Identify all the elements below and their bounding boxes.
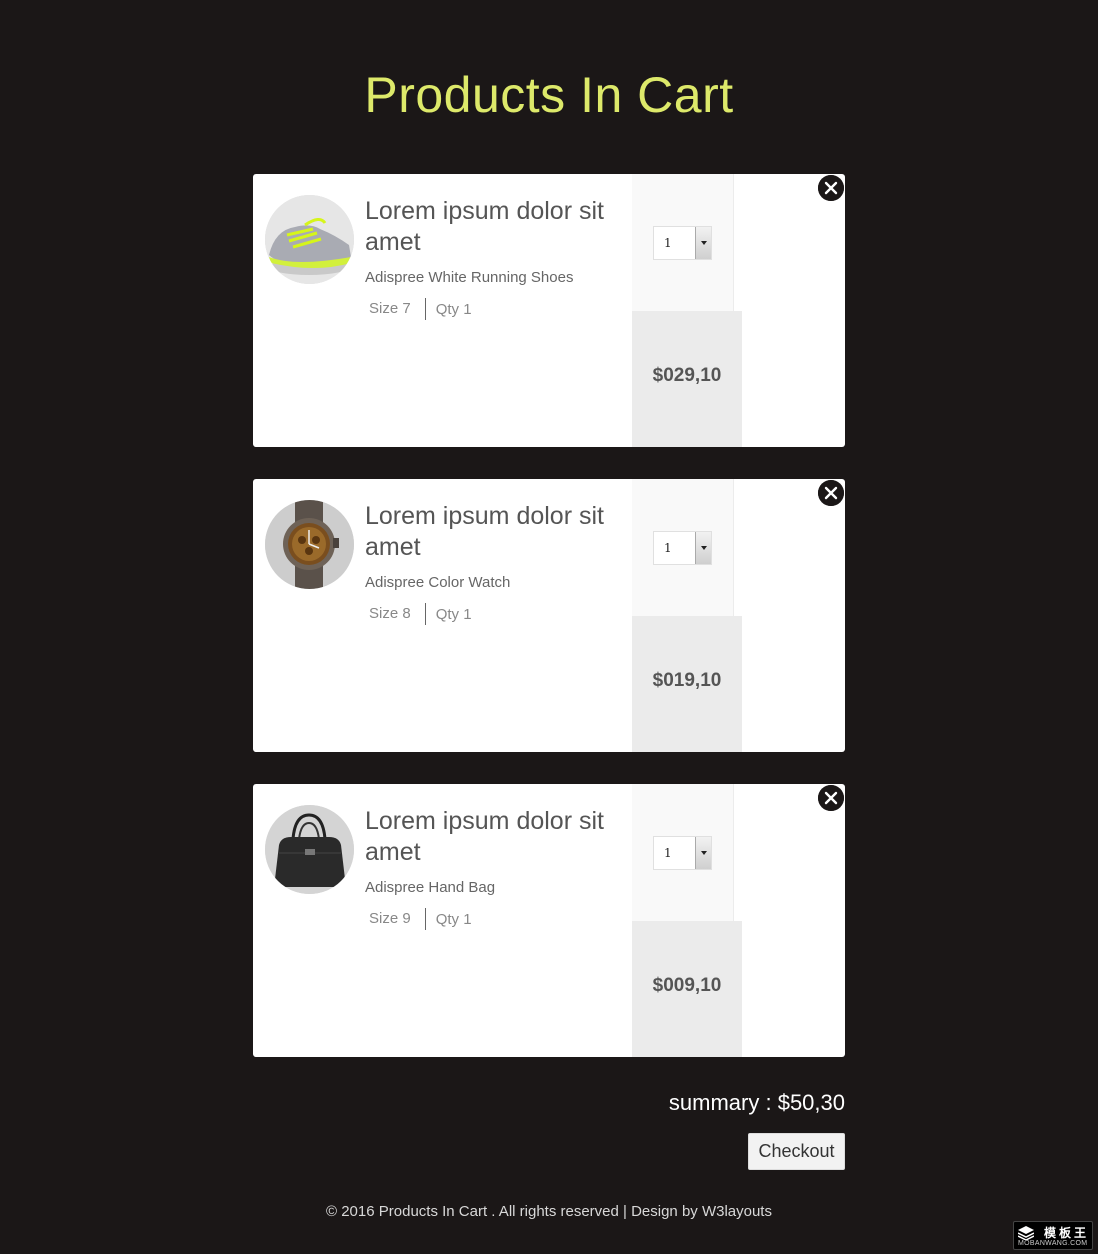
chevron-down-icon[interactable]: [695, 532, 711, 564]
watermark-cn-text: 模板王: [1044, 1226, 1090, 1240]
item-qty: Qty 1: [435, 910, 472, 928]
item-size: Size 8: [369, 603, 426, 625]
item-meta: Size 8 Qty 1: [369, 603, 472, 625]
close-icon[interactable]: [818, 175, 844, 201]
running-shoe-image: [265, 195, 354, 284]
stack-icon: [1018, 1226, 1034, 1240]
item-title: Lorem ipsum dolor sit amet: [365, 197, 604, 256]
cart-item: Lorem ipsum dolor sit amet Adispree Whit…: [253, 174, 845, 447]
watermark-logo: 模板王 MOBANWANG.COM: [1013, 1221, 1093, 1250]
cart-item: Lorem ipsum dolor sit amet Adispree Colo…: [253, 479, 845, 752]
item-price: $029,10: [652, 365, 722, 386]
quantity-select[interactable]: 1: [653, 836, 712, 870]
item-size: Size 9: [369, 908, 426, 930]
quantity-select[interactable]: 1: [653, 531, 712, 565]
item-title: Lorem ipsum dolor sit amet: [365, 807, 604, 866]
item-price: $019,10: [652, 670, 722, 691]
item-description: Adispree Color Watch: [365, 574, 511, 591]
item-title: Lorem ipsum dolor sit amet: [365, 502, 604, 561]
price-panel: $009,10: [632, 921, 742, 1057]
quantity-panel: 1: [632, 784, 734, 921]
quantity-value: 1: [664, 236, 672, 250]
quantity-panel: 1: [632, 174, 734, 311]
quantity-value: 1: [664, 846, 672, 860]
cart-item: Lorem ipsum dolor sit amet Adispree Hand…: [253, 784, 845, 1057]
item-description: Adispree White Running Shoes: [365, 269, 574, 286]
quantity-panel: 1: [632, 479, 734, 616]
remove-item-button[interactable]: [818, 175, 844, 201]
footer-copyright: © 2016 Products In Cart . All rights res…: [326, 1203, 772, 1220]
item-meta: Size 9 Qty 1: [369, 908, 472, 930]
hand-bag-image: [265, 805, 354, 894]
remove-item-button[interactable]: [818, 480, 844, 506]
item-description: Adispree Hand Bag: [365, 879, 496, 896]
item-price: $009,10: [652, 975, 722, 996]
item-qty: Qty 1: [435, 605, 472, 623]
cart-summary: summary : $50,30: [668, 1090, 845, 1115]
quantity-select[interactable]: 1: [653, 226, 712, 260]
item-meta: Size 7 Qty 1: [369, 298, 472, 320]
remove-item-button[interactable]: [818, 785, 844, 811]
page-title: Products In Cart: [364, 67, 734, 123]
wrist-watch-image: [265, 500, 354, 589]
item-size: Size 7: [369, 298, 426, 320]
watermark-en-text: MOBANWANG.COM: [1018, 1240, 1088, 1247]
chevron-down-icon[interactable]: [695, 837, 711, 869]
quantity-value: 1: [664, 541, 672, 555]
close-icon[interactable]: [818, 785, 844, 811]
close-icon[interactable]: [818, 480, 844, 506]
price-panel: $029,10: [632, 311, 742, 447]
chevron-down-icon[interactable]: [695, 227, 711, 259]
price-panel: $019,10: [632, 616, 742, 752]
checkout-button[interactable]: Checkout: [748, 1133, 845, 1170]
item-qty: Qty 1: [435, 300, 472, 318]
